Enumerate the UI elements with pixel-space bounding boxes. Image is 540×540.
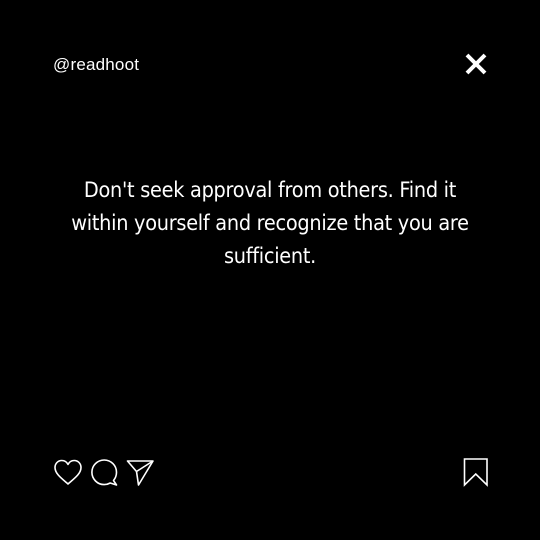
bookmark-icon — [463, 458, 488, 487]
like-button[interactable] — [52, 456, 84, 488]
save-button[interactable] — [460, 456, 492, 488]
close-icon — [465, 53, 487, 75]
share-button[interactable] — [124, 456, 156, 488]
paper-plane-icon — [126, 460, 154, 486]
heart-icon — [54, 459, 82, 485]
close-button[interactable] — [462, 50, 490, 78]
comment-bubble-icon — [91, 459, 118, 486]
comment-button[interactable] — [88, 456, 120, 488]
account-handle: @readhoot — [53, 55, 140, 74]
quote-post-card: @readhoot Don't seek approval from other… — [0, 0, 540, 540]
quote-text: Don't seek approval from others. Find it… — [71, 178, 469, 268]
